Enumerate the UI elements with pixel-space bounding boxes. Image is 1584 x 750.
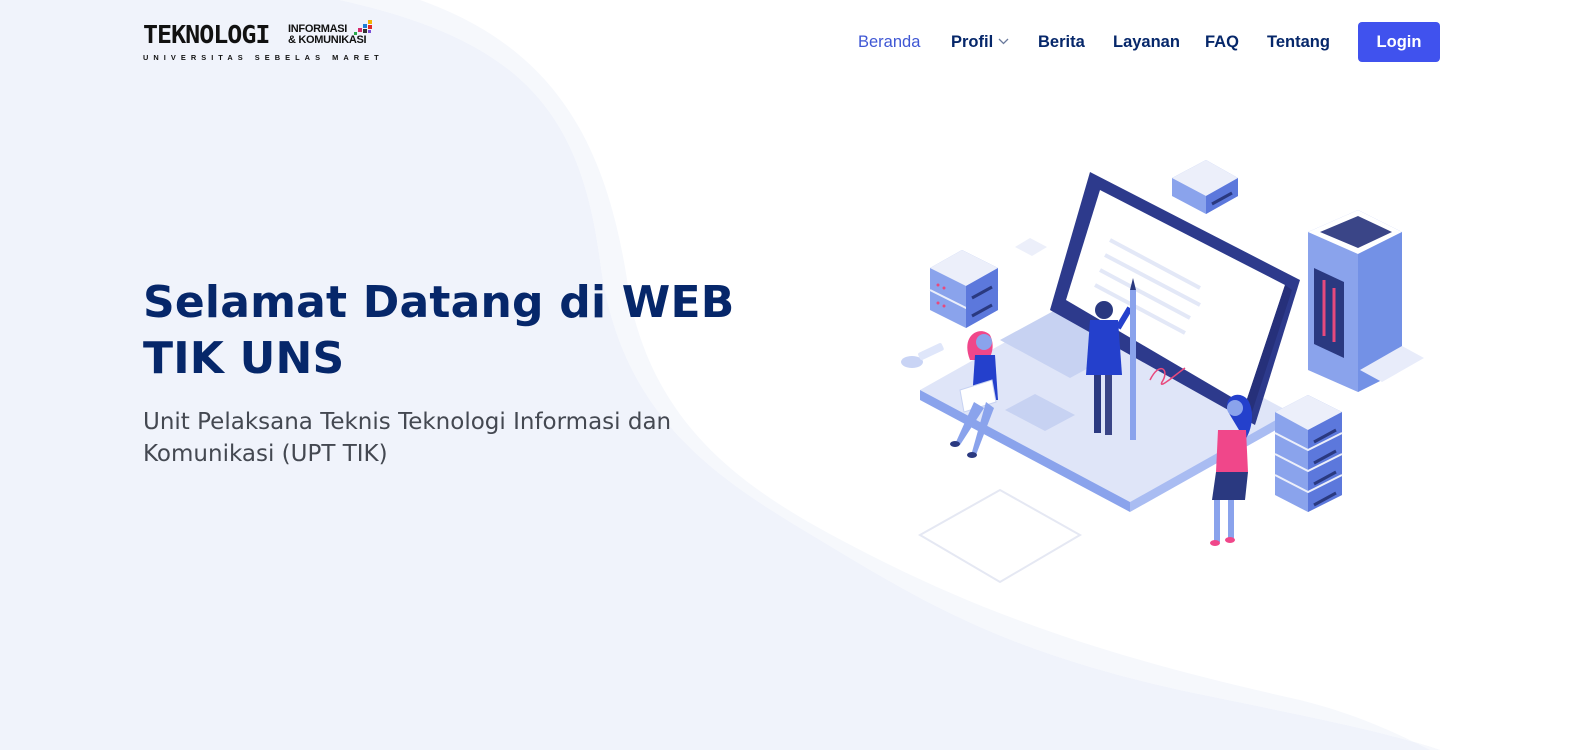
hero-subtitle: Unit Pelaksana Teknis Teknologi Informas… — [143, 409, 672, 467]
floor-tile-outline — [917, 488, 1083, 584]
laptop-servers-people-illustration — [901, 160, 1424, 584]
nav-profil-label: Profil — [951, 33, 994, 51]
server-stack-right-icon — [1274, 395, 1343, 512]
nav-profil[interactable]: Profil — [951, 30, 1009, 54]
nav-berita[interactable]: Berita — [1038, 30, 1085, 54]
login-button[interactable]: Login — [1358, 22, 1440, 62]
server-top-icon — [1172, 160, 1238, 214]
logo-subtitle: UNIVERSITAS SEBELAS MARET — [143, 53, 384, 62]
hero-title: Selamat Datang di WEB TIK UNS — [143, 277, 735, 384]
nav-tentang[interactable]: Tentang — [1267, 30, 1330, 54]
server-stack-left-icon — [929, 250, 999, 328]
server-tower-icon — [1308, 210, 1424, 392]
chevron-down-icon — [998, 38, 1009, 45]
site-header: TEKNOLOGI INFORMASI & KOMUNIKASI UNIVERS… — [0, 0, 1584, 84]
key-icon — [901, 343, 944, 368]
nav-faq[interactable]: FAQ — [1205, 30, 1239, 54]
tik-uns-logo[interactable]: TEKNOLOGI INFORMASI & KOMUNIKASI UNIVERS… — [143, 20, 379, 64]
logo-main-text: TEKNOLOGI — [143, 20, 270, 49]
nav-beranda[interactable]: Beranda — [858, 30, 920, 54]
nav-layanan[interactable]: Layanan — [1113, 30, 1180, 54]
logo-pixel-mark-icon — [354, 20, 372, 35]
